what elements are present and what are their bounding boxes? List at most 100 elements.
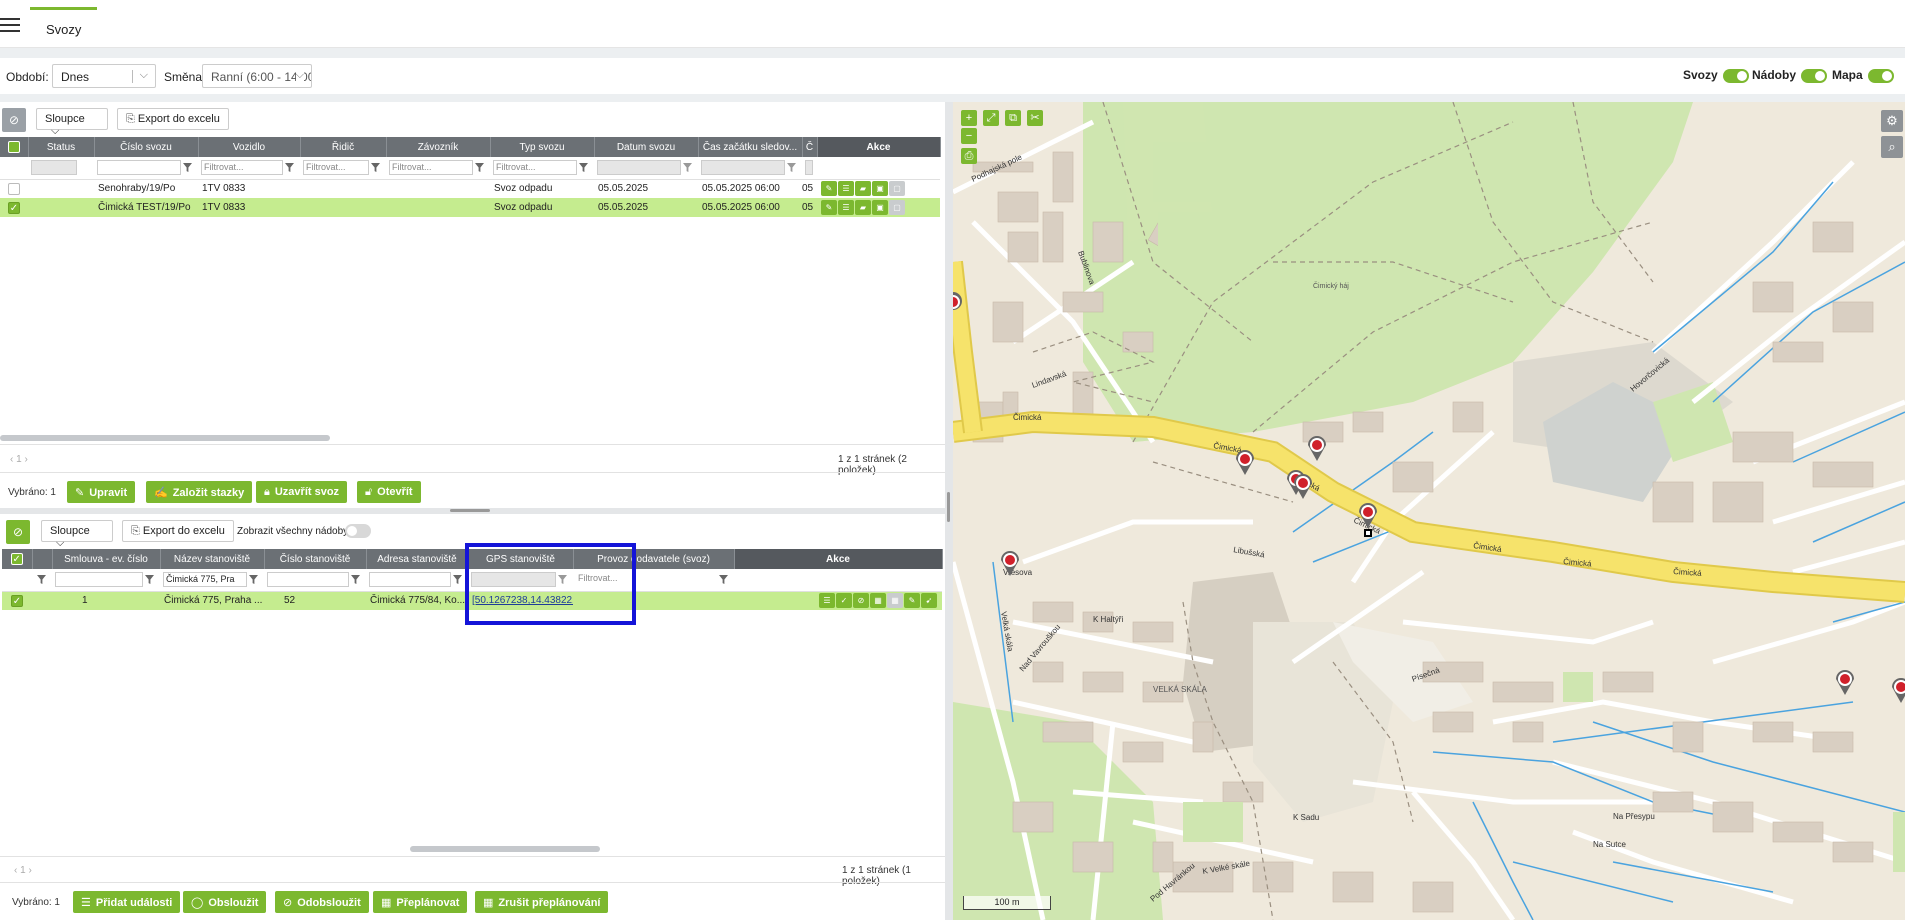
edit-icon[interactable]: ✎ xyxy=(821,181,837,197)
filter-input[interactable] xyxy=(805,160,813,176)
pager[interactable]: ‹ 1 › xyxy=(10,454,28,465)
filter-input[interactable] xyxy=(31,160,77,176)
filter-input[interactable]: Filtrovat... xyxy=(493,160,577,176)
toggle-switch[interactable] xyxy=(1867,68,1894,83)
odobslouzit-button[interactable]: ⊘ Odobsloužit xyxy=(275,891,369,913)
filter-input-name[interactable]: Čimická 775, Pra xyxy=(163,572,247,588)
edit-icon[interactable]: ✎ xyxy=(821,200,837,215)
column-header-gps[interactable]: GPS stanoviště xyxy=(468,549,574,569)
filter-input[interactable] xyxy=(597,160,681,176)
column-header[interactable]: Datum svozu xyxy=(594,137,699,157)
toggle-mapa[interactable]: Mapa xyxy=(1832,68,1894,83)
column-header[interactable]: Typ svozu xyxy=(490,137,595,157)
toggle-nadoby[interactable]: Nádoby xyxy=(1752,68,1828,83)
search-icon[interactable]: ⌕ xyxy=(1881,136,1903,158)
column-header[interactable]: Adresa stanoviště xyxy=(366,549,469,569)
column-header[interactable]: Status xyxy=(28,137,95,157)
filter-icon[interactable] xyxy=(145,575,154,585)
filter-input[interactable]: Filtrovat... xyxy=(576,572,717,588)
row-checkbox[interactable]: ✓ xyxy=(8,201,20,214)
period-select[interactable]: Dnes ⌵ xyxy=(52,64,156,88)
filter-icon[interactable] xyxy=(351,575,360,585)
horizontal-scrollbar[interactable] xyxy=(410,846,600,852)
table-row[interactable]: ✓ 1 Čimická 775, Praha ... 52 Čimická 77… xyxy=(2,591,942,610)
print-icon[interactable]: ⎙ xyxy=(961,148,977,164)
table-row[interactable]: Senohraby/19/Po 1TV 0833 Svoz odpadu 05.… xyxy=(0,179,940,198)
column-header[interactable]: Číslo stanoviště xyxy=(264,549,367,569)
column-header[interactable]: Smlouva - ev. číslo xyxy=(52,549,161,569)
unlock-icon[interactable]: ▢ xyxy=(889,181,905,197)
filter-input[interactable]: Filtrovat... xyxy=(201,160,283,176)
filter-icon[interactable] xyxy=(453,575,462,585)
panel-splitter[interactable] xyxy=(945,102,953,920)
obslouzit-button[interactable]: ◯ Obsloužit xyxy=(183,891,267,913)
gear-icon[interactable]: ⚙ xyxy=(1881,110,1903,132)
show-all-toggle[interactable] xyxy=(345,524,371,538)
filter-icon[interactable] xyxy=(683,163,692,173)
add-event-button[interactable]: ☰ Přidat události xyxy=(73,891,181,913)
folder-icon[interactable]: ▰ xyxy=(855,181,871,197)
column-header[interactable]: Čas začátku sledov... xyxy=(698,137,803,157)
column-header[interactable]: Provoz dodavatele (svoz) xyxy=(573,549,735,569)
filter-icon[interactable] xyxy=(285,163,294,173)
filter-icon[interactable] xyxy=(183,163,192,173)
pager[interactable]: ‹ 1 › xyxy=(14,865,32,876)
fullscreen-icon[interactable]: ⤢ xyxy=(983,110,999,126)
list-icon[interactable]: ☰ xyxy=(838,200,854,215)
calendar-icon[interactable]: ▦ xyxy=(870,593,886,609)
gps-link[interactable]: [50.1267238,14.4382219] xyxy=(472,595,573,606)
scissors-icon[interactable]: ✂ xyxy=(1027,110,1043,126)
external-link-icon[interactable]: ⧉ xyxy=(1005,110,1021,126)
filter-input[interactable]: Filtrovat... xyxy=(303,160,369,176)
filter-input[interactable] xyxy=(267,572,349,588)
select-all-checkbox[interactable]: ✓ xyxy=(2,549,33,569)
column-header[interactable]: Řidič xyxy=(300,137,387,157)
folder-icon[interactable]: ▰ xyxy=(855,200,871,215)
select-all-checkbox[interactable] xyxy=(0,137,29,157)
unlock-icon[interactable]: ▢ xyxy=(889,200,905,215)
check-circle-icon[interactable]: ✓ xyxy=(836,593,852,609)
filter-icon[interactable] xyxy=(371,163,380,173)
export-excel-button[interactable]: ⎘ Export do excelu xyxy=(122,520,234,542)
filter-icon[interactable] xyxy=(249,575,258,585)
filter-input[interactable] xyxy=(55,572,143,588)
table-row[interactable]: ✓ Čimická TEST/19/Po 1TV 0833 Svoz odpad… xyxy=(0,198,940,217)
edit-button[interactable]: ✎ Upravit xyxy=(67,481,136,503)
filter-input[interactable]: Filtrovat... xyxy=(389,160,473,176)
open-button[interactable]: 🔓︎ Otevřít xyxy=(357,481,421,503)
toggle-switch[interactable] xyxy=(1722,68,1749,83)
cancel-circle-icon[interactable]: ⊘ xyxy=(853,593,869,609)
edit-note-icon[interactable]: ✎ xyxy=(904,593,920,609)
list-icon[interactable]: ☰ xyxy=(819,593,835,609)
zoom-out-button[interactable]: − xyxy=(961,128,977,144)
toggle-svozy[interactable]: Svozy xyxy=(1683,68,1749,83)
locate-icon[interactable]: ➹ xyxy=(921,593,937,609)
filter-icon[interactable] xyxy=(558,575,567,585)
filter-icon[interactable] xyxy=(475,163,484,173)
map-canvas[interactable]: Čimická Čimická Čimická Čimická Čimická … xyxy=(953,102,1905,920)
map[interactable]: Čimická Čimická Čimická Čimická Čimická … xyxy=(953,102,1905,920)
list-icon[interactable]: ☰ xyxy=(838,181,854,197)
export-excel-button[interactable]: ⎘ Export do excelu xyxy=(117,108,229,130)
clear-filter-icon[interactable]: ⊘ xyxy=(6,520,30,544)
zrusit-preplanovani-button[interactable]: ▦ Zrušit přeplánování xyxy=(475,891,609,913)
columns-button[interactable]: Sloupce ⌵ xyxy=(36,108,108,137)
menu-icon[interactable] xyxy=(0,18,20,32)
column-header[interactable]: Vozidlo xyxy=(198,137,301,157)
clear-filter-icon[interactable]: ⊘ xyxy=(2,108,26,132)
filter-input[interactable] xyxy=(369,572,451,588)
row-checkbox[interactable] xyxy=(8,182,20,195)
horizontal-scrollbar[interactable] xyxy=(0,435,330,441)
column-header[interactable]: Závozník xyxy=(386,137,491,157)
columns-button[interactable]: Sloupce ⌵ xyxy=(41,520,113,549)
filter-input[interactable] xyxy=(471,572,556,588)
zoom-in-button[interactable]: + xyxy=(961,110,977,126)
filter-input[interactable] xyxy=(97,160,181,176)
row-checkbox[interactable]: ✓ xyxy=(11,594,23,607)
column-header[interactable]: Název stanoviště xyxy=(160,549,265,569)
lock-icon[interactable]: ▣ xyxy=(872,181,888,197)
toggle-switch[interactable] xyxy=(1801,68,1828,83)
filter-icon[interactable] xyxy=(787,163,796,173)
create-stazky-button[interactable]: ✍ Založit stazky xyxy=(146,481,253,503)
shift-select[interactable]: Ranní (6:00 - 14:00) ⌵ xyxy=(202,64,312,88)
